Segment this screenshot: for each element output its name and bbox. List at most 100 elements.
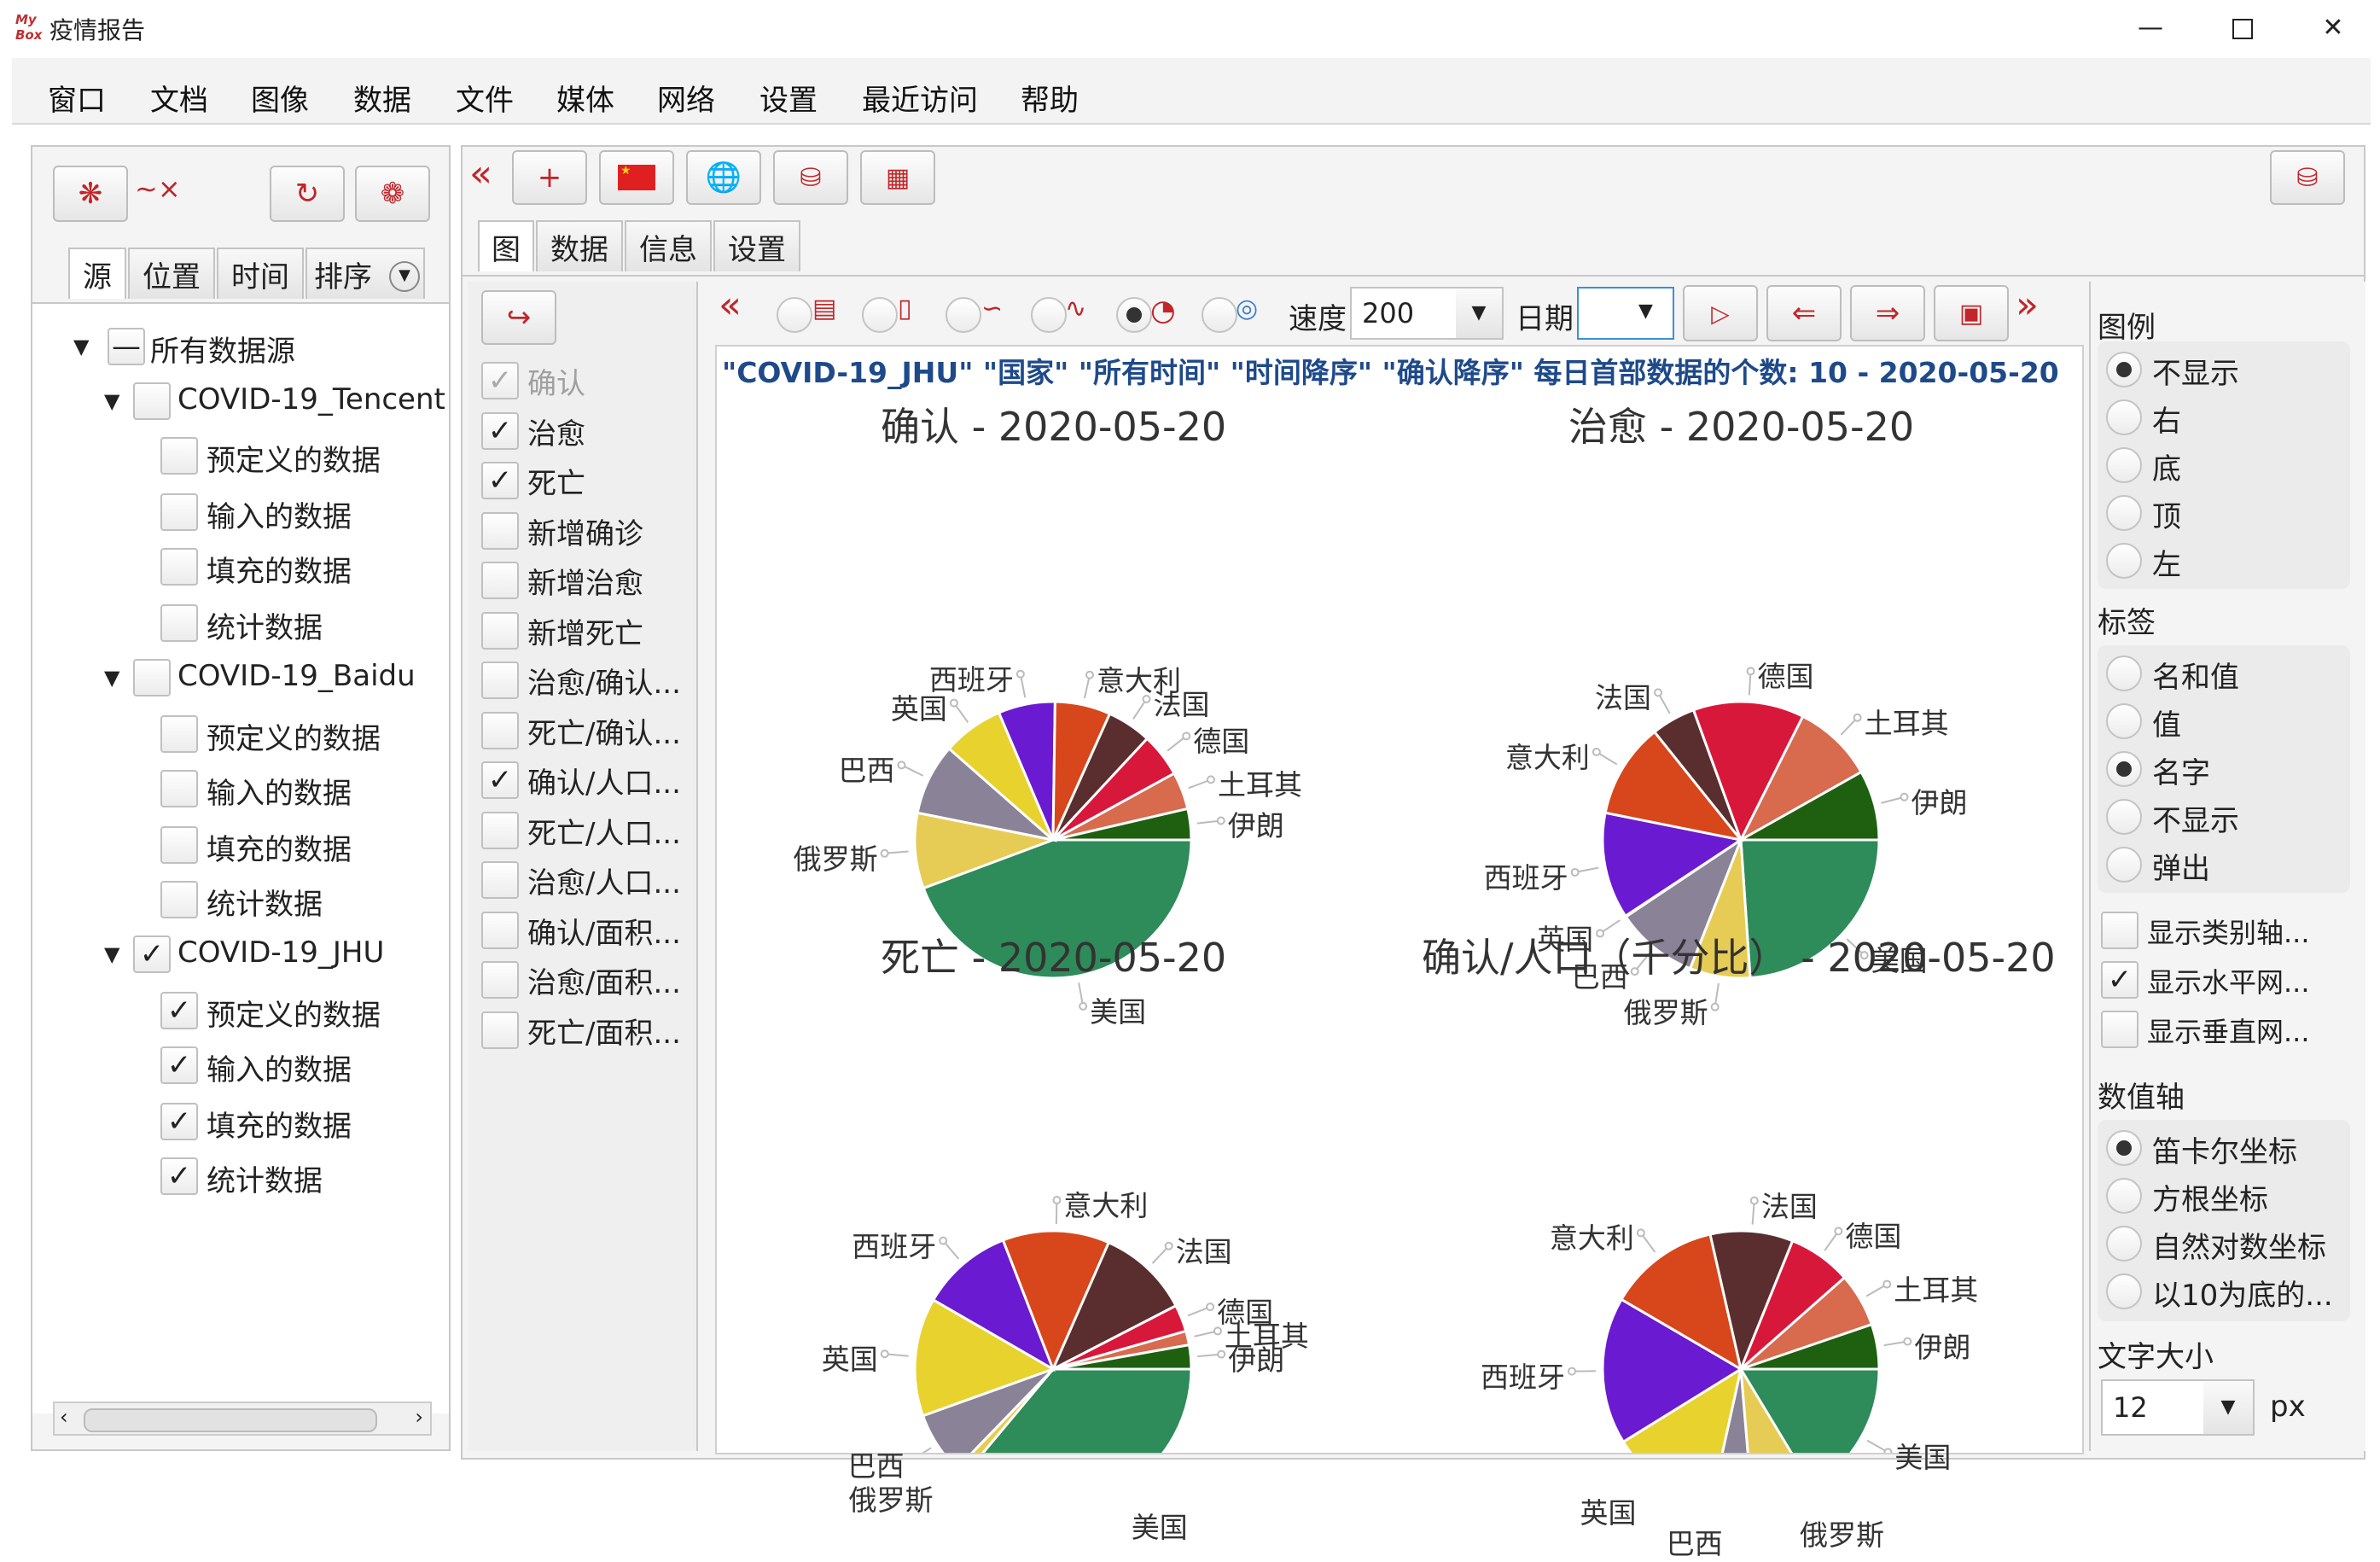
label-radio[interactable]	[2106, 751, 2142, 787]
tab-time[interactable]: 时间	[217, 248, 304, 299]
bar-horizontal-radio[interactable]	[777, 297, 812, 333]
grid-icon[interactable]: ▦	[860, 150, 935, 205]
measure-label[interactable]: 新增死亡	[527, 610, 643, 652]
tree-child-label[interactable]: 统计数据	[207, 1157, 323, 1199]
child-checkbox[interactable]: ✓	[160, 992, 198, 1029]
label-radio[interactable]	[2106, 799, 2142, 835]
expand-arrow-icon[interactable]: ▼	[73, 335, 89, 358]
tab-info[interactable]: 信息	[625, 220, 712, 271]
measure-label[interactable]: 死亡/确认...	[527, 710, 681, 752]
date-select[interactable]: ▼	[1577, 287, 1674, 340]
legend-option-label[interactable]: 左	[2152, 541, 2181, 583]
measure-checkbox[interactable]	[481, 612, 519, 650]
label-radio[interactable]	[2106, 847, 2142, 883]
label-option-label[interactable]: 值	[2152, 702, 2181, 743]
tab-settings[interactable]: 设置	[713, 220, 800, 271]
measure-checkbox[interactable]	[481, 1011, 519, 1049]
axis-option-label[interactable]: 自然对数坐标	[2152, 1224, 2326, 1266]
horizontal-grid-checkbox[interactable]: ✓	[2101, 961, 2139, 999]
collapse-right-icon[interactable]: »	[2016, 283, 2039, 327]
maximize-icon[interactable]	[2200, 7, 2285, 50]
legend-radio[interactable]	[2106, 543, 2142, 579]
refresh-icon[interactable]: ↻	[270, 166, 345, 222]
menu-window[interactable]: 窗口	[48, 77, 106, 119]
legend-radio[interactable]	[2106, 399, 2142, 435]
label-radio[interactable]	[2106, 656, 2142, 691]
menu-settings[interactable]: 设置	[759, 77, 818, 119]
measure-label[interactable]: 死亡/面积...	[527, 1010, 681, 1052]
database-add-icon[interactable]: ⛁	[773, 150, 848, 205]
measure-label[interactable]: 治愈	[527, 411, 585, 452]
tree-child-label[interactable]: 填充的数据	[207, 548, 352, 590]
child-checkbox[interactable]	[160, 826, 198, 864]
child-checkbox[interactable]: ✓	[160, 1046, 198, 1084]
legend-radio[interactable]	[2106, 447, 2142, 483]
flower-icon[interactable]: ❁	[355, 166, 430, 222]
axis-option-label[interactable]: 笛卡尔坐标	[2152, 1128, 2297, 1170]
source-checkbox[interactable]	[133, 382, 171, 420]
tab-chart[interactable]: 图	[478, 220, 534, 271]
tree-child-label[interactable]: 预定义的数据	[207, 715, 381, 757]
database-export-icon[interactable]: ⛁	[2270, 150, 2345, 205]
tree-child-label[interactable]: 填充的数据	[207, 826, 352, 868]
scatter-radio[interactable]	[1031, 297, 1067, 333]
add-icon[interactable]: +	[512, 150, 587, 205]
expand-arrow-icon[interactable]: ▼	[104, 666, 119, 690]
line-radio[interactable]	[946, 297, 981, 333]
tab-location[interactable]: 位置	[128, 248, 215, 299]
horizontal-scrollbar[interactable]: ‹ ›	[53, 1402, 432, 1436]
legend-option-label[interactable]: 顶	[2152, 493, 2181, 535]
font-size-select[interactable]: 12 ▼	[2101, 1379, 2255, 1436]
axis-radio[interactable]	[2106, 1178, 2142, 1214]
tree-child-label[interactable]: 统计数据	[207, 604, 323, 646]
legend-option-label[interactable]: 底	[2152, 446, 2181, 487]
next-icon[interactable]: ⇒	[1850, 285, 1925, 341]
label-radio[interactable]	[2106, 703, 2142, 739]
chevron-down-icon[interactable]: ▼	[1638, 300, 1653, 322]
measure-label[interactable]: 死亡	[527, 460, 585, 502]
expand-arrow-icon[interactable]: ▼	[104, 942, 119, 966]
source-checkbox[interactable]	[133, 659, 171, 696]
category-axis-checkbox[interactable]	[2101, 912, 2139, 949]
chevron-down-icon[interactable]: ▼	[1456, 289, 1502, 338]
label-option-label[interactable]: 名和值	[2152, 654, 2239, 696]
category-axis-label[interactable]: 显示类别轴...	[2147, 912, 2310, 951]
measure-checkbox[interactable]	[481, 512, 519, 550]
label-option-label[interactable]: 不显示	[2152, 797, 2239, 839]
measure-checkbox[interactable]: ✓	[481, 462, 519, 499]
child-checkbox[interactable]	[160, 881, 198, 918]
measure-label[interactable]: 确认/人口...	[527, 760, 681, 801]
menu-image[interactable]: 图像	[251, 77, 309, 119]
measure-checkbox[interactable]	[481, 861, 519, 899]
bar-vertical-radio[interactable]	[862, 297, 898, 333]
measure-checkbox[interactable]	[481, 662, 519, 699]
snapshot-icon[interactable]: ▣	[1934, 285, 2009, 341]
china-flag-icon[interactable]: ★	[599, 150, 674, 205]
map-radio[interactable]	[1202, 297, 1237, 333]
scroll-right-icon[interactable]: ›	[415, 1405, 423, 1429]
menu-document[interactable]: 文档	[150, 77, 208, 119]
measure-checkbox[interactable]	[481, 812, 519, 849]
previous-icon[interactable]: ⇐	[1766, 285, 1842, 341]
legend-radio[interactable]	[2106, 495, 2142, 531]
play-icon[interactable]: ▷	[1683, 285, 1758, 341]
menu-media[interactable]: 媒体	[556, 77, 614, 119]
legend-radio[interactable]	[2106, 352, 2142, 388]
measure-checkbox[interactable]	[481, 562, 519, 599]
label-option-label[interactable]: 名字	[2152, 749, 2210, 791]
draw-chart-icon[interactable]: ↪	[481, 290, 556, 345]
measure-checkbox[interactable]	[481, 912, 519, 949]
horizontal-grid-label[interactable]: 显示水平网...	[2147, 961, 2310, 1000]
tree-child-label[interactable]: 输入的数据	[207, 493, 352, 535]
scroll-left-icon[interactable]: ‹	[60, 1405, 68, 1429]
axis-radio[interactable]	[2106, 1273, 2142, 1309]
tree-child-label[interactable]: 输入的数据	[207, 770, 352, 812]
child-checkbox[interactable]	[160, 770, 198, 807]
vertical-grid-label[interactable]: 显示垂直网...	[2147, 1011, 2310, 1050]
tab-sort[interactable]: 排序▼	[306, 248, 425, 299]
speed-select[interactable]: 200 ▼	[1350, 287, 1504, 340]
tree-child-label[interactable]: 预定义的数据	[207, 437, 381, 479]
child-checkbox[interactable]	[160, 604, 198, 642]
minimize-icon[interactable]: —	[2108, 7, 2193, 50]
tree-expand-icon[interactable]: ❋	[53, 166, 128, 222]
